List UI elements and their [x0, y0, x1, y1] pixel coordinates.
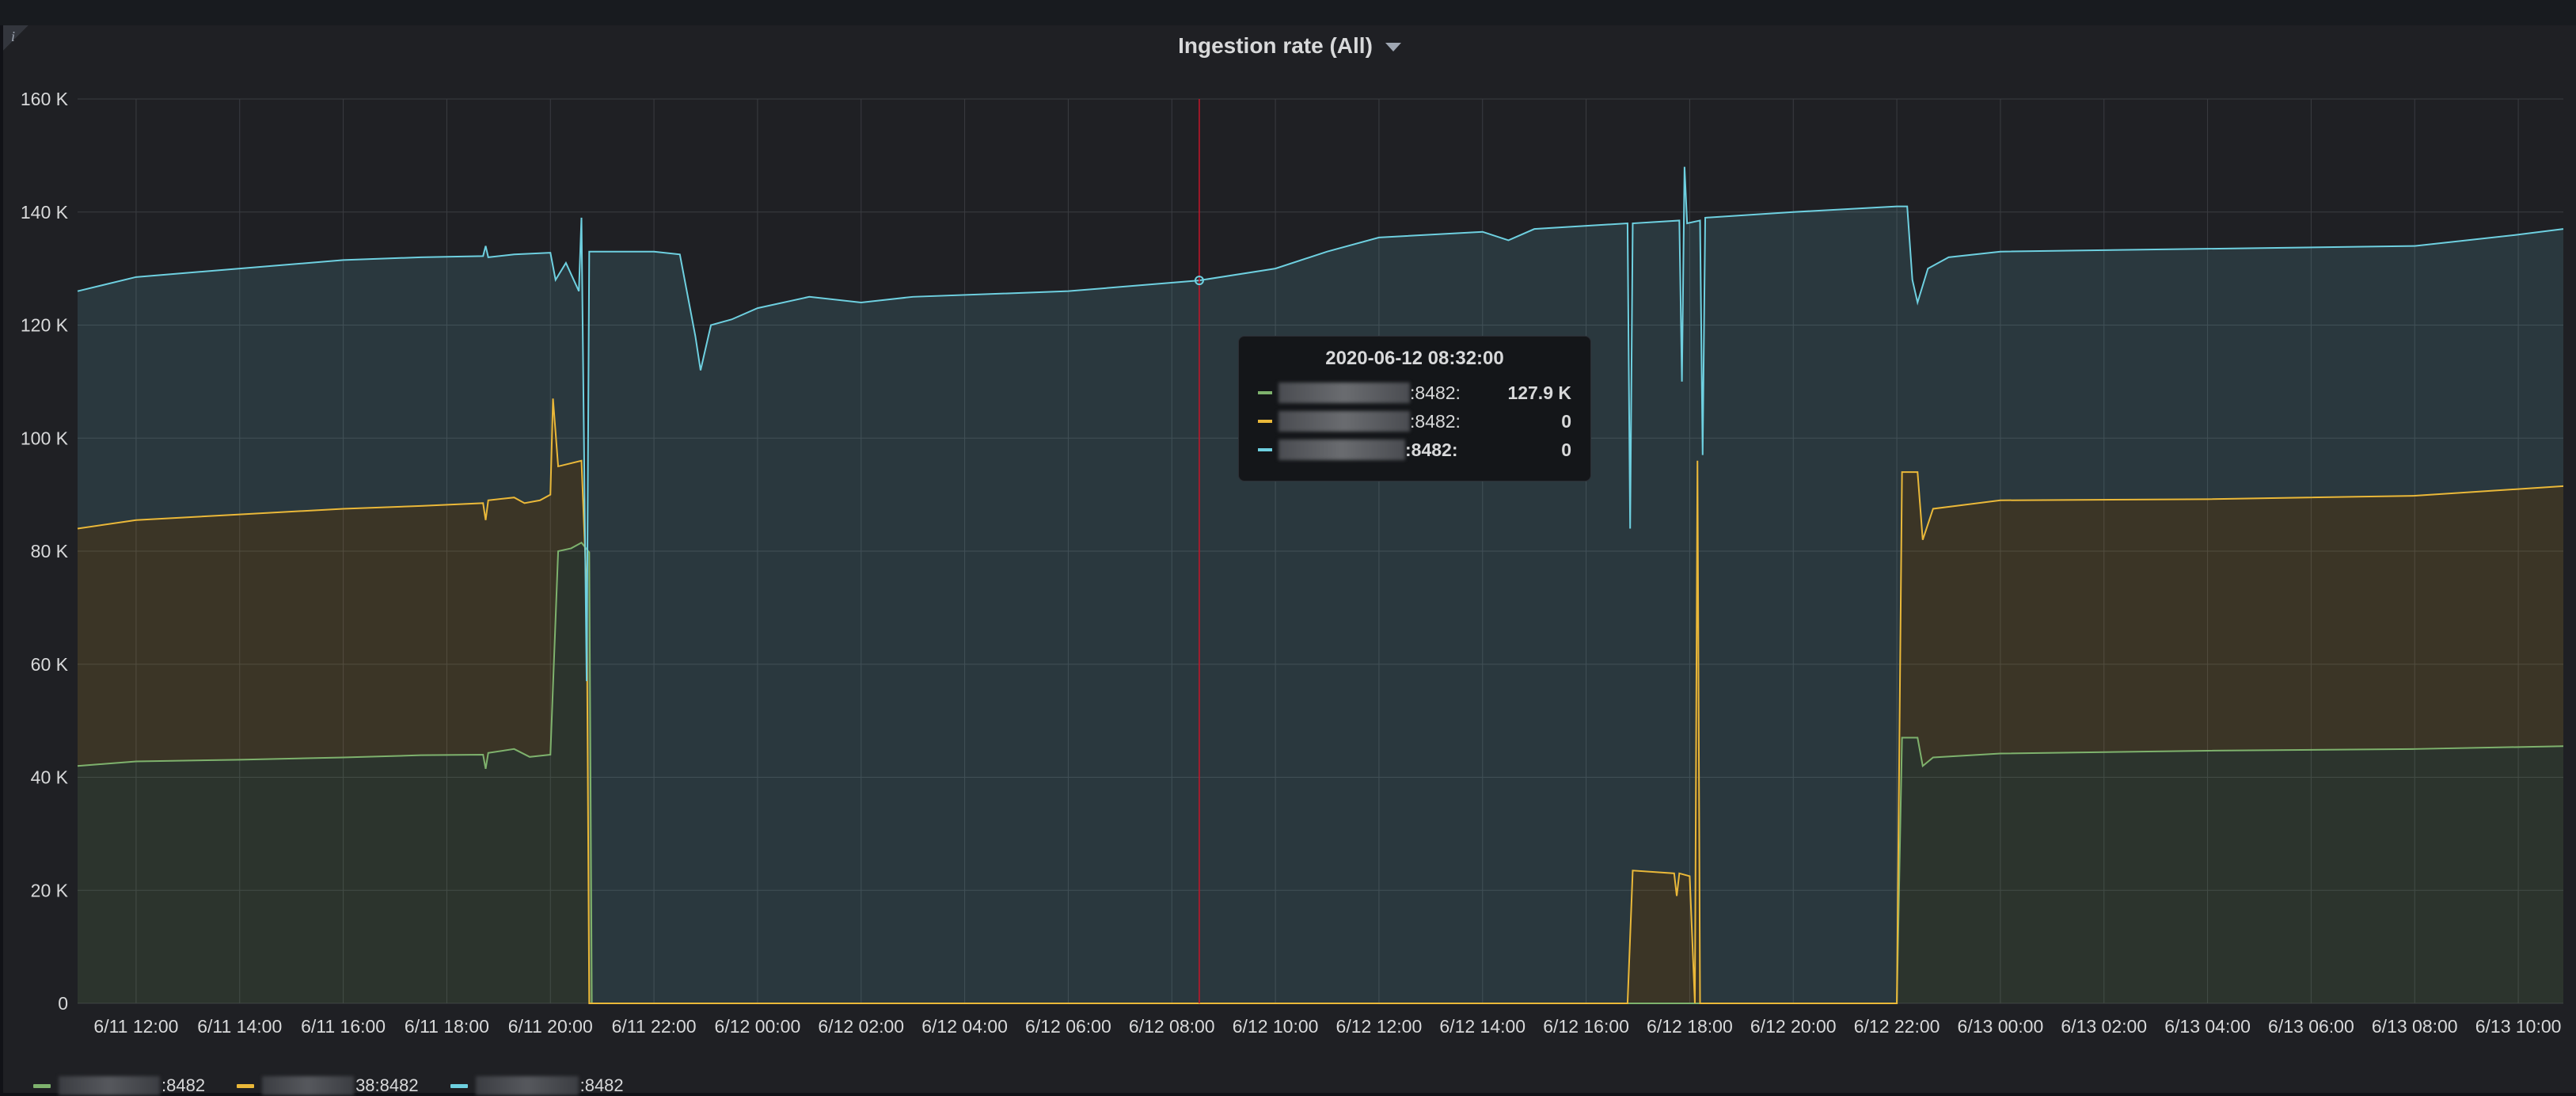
x-tick-label: 6/12 06:00	[1025, 1016, 1111, 1037]
top-bar	[0, 0, 2576, 25]
tooltip-series-name: :8482:	[1410, 411, 1461, 432]
redacted-label	[59, 1076, 160, 1095]
x-tick-label: 6/12 08:00	[1129, 1016, 1215, 1037]
tooltip-row: :8482: 127.9 K	[1258, 381, 1571, 405]
legend-label[interactable]: :8482	[580, 1075, 624, 1096]
legend-label[interactable]: 38:8482	[355, 1075, 419, 1096]
legend-swatch	[33, 1083, 51, 1088]
x-tick-label: 6/13 04:00	[2164, 1016, 2251, 1037]
series-color-swatch	[1258, 391, 1272, 394]
x-tick-label: 6/12 20:00	[1750, 1016, 1837, 1037]
x-tick-label: 6/11 14:00	[197, 1016, 282, 1037]
x-tick-label: 6/12 16:00	[1543, 1016, 1629, 1037]
x-tick-label: 6/12 22:00	[1854, 1016, 1940, 1037]
x-tick-label: 6/12 04:00	[921, 1016, 1008, 1037]
redacted-label	[1279, 440, 1405, 460]
tooltip-time: 2020-06-12 08:32:00	[1325, 348, 1504, 369]
legend-item[interactable]: 38:8482	[237, 1075, 419, 1096]
tooltip-series-value: 0	[1561, 411, 1571, 432]
y-tick-label: 0	[58, 993, 68, 1014]
x-tick-label: 6/12 12:00	[1336, 1016, 1423, 1037]
y-tick-label: 40 K	[31, 767, 69, 788]
y-tick-label: 120 K	[21, 315, 69, 336]
x-tick-label: 6/11 16:00	[301, 1016, 386, 1037]
legend-label[interactable]: :8482	[161, 1075, 205, 1096]
x-tick-label: 6/13 02:00	[2061, 1016, 2147, 1037]
x-tick-label: 6/12 00:00	[715, 1016, 801, 1037]
tooltip-series-value: 0	[1561, 440, 1571, 460]
tooltip-series-name: :8482:	[1410, 382, 1461, 403]
legend-item[interactable]: :8482	[33, 1075, 205, 1096]
redacted-label	[1279, 411, 1410, 432]
tooltip-row: :8482: 0	[1258, 409, 1571, 433]
time-series-chart[interactable]: 0 20 K 40 K 60 K 80 K 100 K 120 K 140 K 160 K 6/1…	[3, 25, 2576, 1093]
redacted-label	[1279, 382, 1410, 403]
x-tick-label: 6/12 02:00	[818, 1016, 904, 1037]
x-tick-label: 6/11 22:00	[612, 1016, 697, 1037]
x-tick-label: 6/11 20:00	[508, 1016, 593, 1037]
legend-swatch	[450, 1083, 468, 1088]
series-color-swatch	[1258, 448, 1272, 451]
x-tick-label: 6/11 18:00	[405, 1016, 489, 1037]
y-tick-label: 160 K	[21, 89, 69, 109]
y-tick-label: 80 K	[31, 541, 69, 561]
redacted-label	[262, 1076, 355, 1095]
legend-swatch	[237, 1083, 255, 1088]
chart-areas	[78, 166, 2563, 1004]
series-color-swatch	[1258, 420, 1272, 423]
y-tick-label: 140 K	[21, 202, 69, 223]
tooltip-row: :8482: 0	[1258, 438, 1571, 462]
graph-panel: i Ingestion rate (All) 0 20 K 40 K 60 K 80 K…	[3, 25, 2576, 1096]
x-tick-label: 6/13 06:00	[2268, 1016, 2354, 1037]
legend-item[interactable]: :8482	[450, 1075, 624, 1096]
redacted-label	[475, 1076, 579, 1095]
tooltip-series-value: 127.9 K	[1507, 382, 1571, 403]
hover-tooltip: 2020-06-12 08:32:00 :8482: 127.9 K :8482…	[1238, 336, 1591, 481]
x-tick-label: 6/12 14:00	[1439, 1016, 1525, 1037]
y-tick-label: 100 K	[21, 428, 69, 448]
chart-legend: :8482 38:8482 :8482	[33, 1075, 624, 1096]
x-tick-label: 6/13 08:00	[2372, 1016, 2458, 1037]
x-tick-label: 6/13 00:00	[1958, 1016, 2044, 1037]
tooltip-series-name: :8482:	[1405, 440, 1458, 460]
y-tick-label: 60 K	[31, 654, 69, 675]
x-tick-label: 6/12 10:00	[1233, 1016, 1319, 1037]
y-tick-label: 20 K	[31, 880, 69, 900]
x-tick-label: 6/12 18:00	[1647, 1016, 1733, 1037]
x-tick-label: 6/11 12:00	[93, 1016, 178, 1037]
x-tick-label: 6/13 10:00	[2475, 1016, 2562, 1037]
